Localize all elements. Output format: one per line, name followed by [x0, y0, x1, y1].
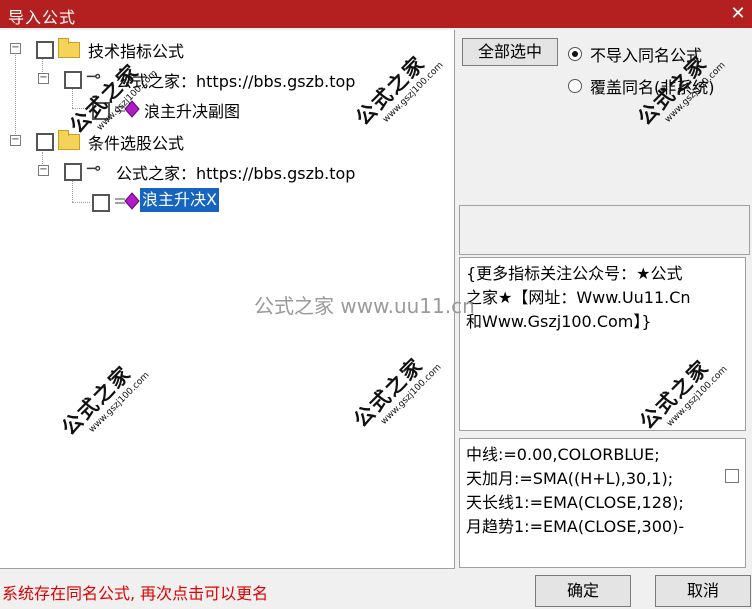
tree-connector — [72, 202, 90, 203]
formula-icon — [115, 192, 140, 210]
description-line: 之家★【网址：Www.Uu11.Cn — [466, 288, 691, 307]
formula-code-preview[interactable]: 中线:=0.00,COLORBLUE; 天加月:=SMA((H+L),30,1)… — [459, 438, 746, 568]
collapse-icon[interactable]: − — [10, 43, 21, 54]
code-line: 月趋势1:=EMA(CLOSE,300)- — [466, 517, 685, 536]
formula-tree[interactable]: − 技术指标公式 − ⊸ 公式之家：https://bbs.gszb.top 浪… — [0, 30, 455, 569]
tree-checkbox[interactable] — [92, 194, 110, 212]
radio-label: 不导入同名公式 — [590, 46, 703, 65]
tree-node-label: 公式之家：https://bbs.gszb.top — [116, 164, 356, 183]
tree-connector — [72, 180, 73, 202]
tree-checkbox[interactable] — [64, 163, 82, 181]
tree-node-label: 技术指标公式 — [88, 42, 185, 61]
collapse-icon[interactable]: − — [38, 73, 49, 84]
tree-connector — [72, 108, 90, 109]
formula-description[interactable]: {更多指标关注公众号：★公式 之家★【网址：Www.Uu11.Cn 和Www.G… — [459, 257, 746, 431]
radio-overwrite[interactable]: 覆盖同名(非系统) — [568, 74, 715, 98]
description-line: 和Www.Gszj100.Com】} — [466, 312, 652, 331]
status-message: 系统存在同名公式, 再次点击可以更名 — [2, 584, 269, 603]
tree-node-label: 公式之家：https://bbs.gszb.top — [116, 72, 356, 91]
code-line: 中线:=0.00,COLORBLUE; — [466, 445, 660, 464]
folder-icon — [58, 38, 80, 58]
tree-checkbox[interactable] — [36, 133, 54, 151]
tree-connector — [15, 50, 16, 138]
tree-checkbox[interactable] — [64, 71, 82, 89]
folder-icon — [58, 130, 80, 150]
tree-checkbox[interactable] — [36, 41, 54, 59]
select-all-button[interactable]: 全部选中 — [462, 38, 558, 66]
empty-group-box — [459, 205, 750, 255]
tree-node-label: 条件选股公式 — [88, 134, 185, 153]
code-line: 天长线1:=EMA(CLOSE,128); — [466, 493, 684, 512]
close-icon[interactable]: ✕ — [728, 4, 748, 24]
title-bar: 导入公式 ✕ — [0, 0, 752, 28]
radio-no-import[interactable]: 不导入同名公式 — [568, 42, 702, 66]
formula-icon — [115, 100, 140, 118]
radio-unchecked-icon[interactable] — [568, 79, 582, 93]
key-icon: ⊸ — [86, 66, 102, 87]
tree-node-label-selected: 浪主升决X — [140, 188, 219, 212]
code-line: 天加月:=SMA((H+L),30,1); — [466, 469, 674, 488]
cancel-button[interactable]: 取消 — [655, 575, 751, 607]
ok-button[interactable]: 确定 — [535, 575, 631, 607]
code-checkbox[interactable] — [725, 469, 739, 483]
description-line: {更多指标关注公众号：★公式 — [466, 264, 683, 283]
window-title: 导入公式 — [8, 8, 77, 27]
radio-label: 覆盖同名(非系统) — [590, 78, 715, 97]
radio-checked-icon[interactable] — [568, 47, 582, 61]
tree-node-label: 浪主升决副图 — [144, 102, 241, 121]
collapse-icon[interactable]: − — [10, 135, 21, 146]
key-icon: ⊸ — [86, 158, 102, 179]
tree-checkbox[interactable] — [92, 102, 110, 120]
collapse-icon[interactable]: − — [38, 165, 49, 176]
